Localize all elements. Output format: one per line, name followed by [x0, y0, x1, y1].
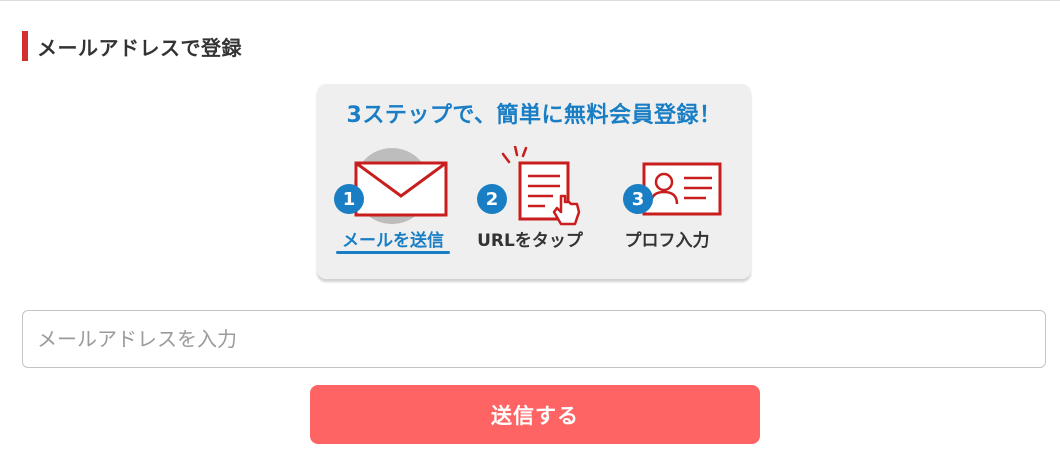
submit-button[interactable]: 送信する: [310, 385, 760, 444]
page-title: メールアドレスで登録: [37, 35, 242, 60]
section-heading: メールアドレスで登録: [22, 31, 242, 61]
email-input[interactable]: [22, 310, 1046, 368]
registration-steps-banner: 3ステップで、簡単に無料会員登録！ 1 メールを送信 2 URLをタップ 3 プ…: [317, 84, 751, 279]
step-2-number: 2: [477, 184, 507, 214]
step-2: 2 URLをタップ: [465, 146, 595, 266]
step-3-label: プロフ入力: [624, 231, 710, 251]
step-1-number: 1: [334, 184, 364, 214]
heading-accent-bar: [22, 31, 28, 61]
step-1: 1 メールを送信: [328, 146, 458, 266]
step-1-label: メールを送信: [342, 231, 444, 251]
profile-card-icon: [642, 162, 722, 216]
step-1-underline: [336, 251, 450, 254]
top-divider: [0, 0, 1060, 1]
step-3: 3 プロフ入力: [602, 146, 732, 266]
step-3-number: 3: [623, 184, 653, 214]
steps-title: 3ステップで、簡単に無料会員登録！: [346, 103, 722, 128]
step-2-label: URLをタップ: [477, 231, 583, 251]
